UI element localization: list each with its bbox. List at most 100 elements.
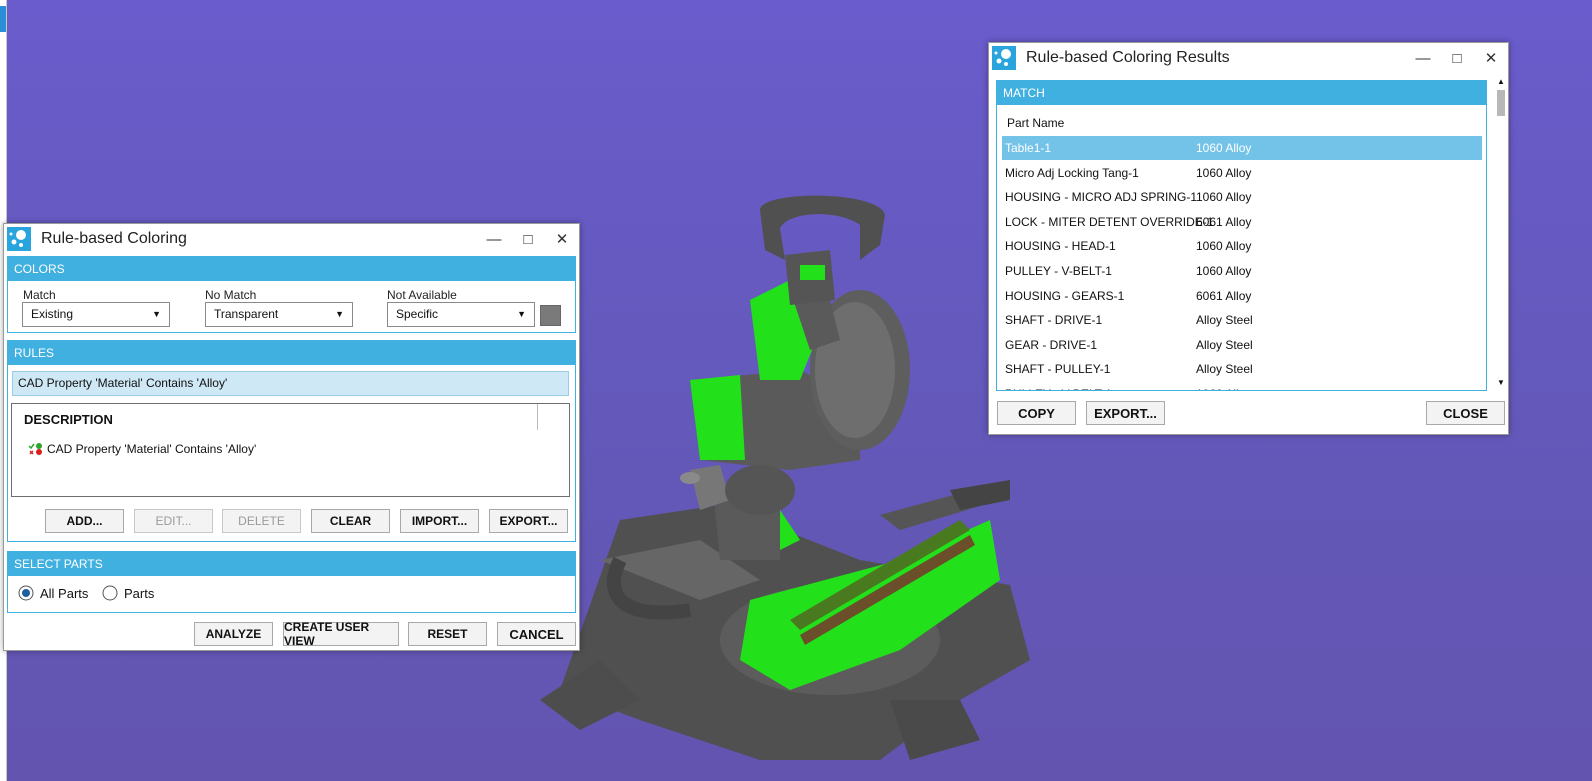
- results-dialog: Rule-based Coloring Results — □ ✕ MATCH …: [988, 42, 1509, 435]
- material-cell: Alloy Steel: [1196, 313, 1253, 328]
- table-row[interactable]: PULLEY - V-BELT-1 1060 Alloy: [1002, 259, 1482, 283]
- rules-description-list: DESCRIPTION CAD Property 'Material' Cont…: [11, 403, 570, 497]
- parts-radio[interactable]: Parts: [102, 585, 154, 601]
- material-cell: 6061 Alloy: [1196, 288, 1252, 303]
- material-cell: 1060 Alloy: [1196, 141, 1252, 155]
- delete-rule-button[interactable]: DELETE: [222, 509, 301, 533]
- maximize-icon[interactable]: □: [511, 224, 545, 254]
- radio-selected-icon: [18, 585, 34, 601]
- scrollbar-thumb[interactable]: [1497, 90, 1505, 116]
- reset-button[interactable]: RESET: [408, 622, 487, 646]
- select-parts-section: SELECT PARTS All Parts Parts: [7, 551, 576, 613]
- rules-section: RULES CAD Property 'Material' Contains '…: [7, 340, 576, 542]
- match-section: MATCH Part Name Table1-1 1060 Alloy Micro …: [996, 80, 1487, 391]
- minimize-icon[interactable]: —: [1406, 43, 1440, 73]
- table-row[interactable]: Table1-1 1060 Alloy: [1002, 136, 1482, 160]
- results-title: Rule-based Coloring Results: [1026, 49, 1230, 66]
- dropdown-arrow-icon: ▼: [335, 309, 344, 319]
- import-rules-button[interactable]: IMPORT...: [400, 509, 479, 533]
- material-cell: 1060 Alloy: [1196, 190, 1252, 205]
- no-match-label: No Match: [205, 288, 257, 302]
- table-row[interactable]: HOUSING - GEARS-1 6061 Alloy: [1002, 284, 1482, 308]
- colors-header: COLORS: [8, 257, 575, 281]
- results-titlebar[interactable]: Rule-based Coloring Results — □ ✕: [989, 43, 1508, 73]
- all-parts-label: All Parts: [40, 585, 89, 601]
- results-list[interactable]: Table1-1 1060 Alloy Micro Adj Locking Tang…: [1002, 136, 1482, 390]
- dropdown-arrow-icon: ▼: [517, 309, 526, 319]
- export-results-button[interactable]: EXPORT...: [1086, 401, 1165, 425]
- app-logo-icon: [992, 46, 1016, 70]
- copy-button[interactable]: COPY: [997, 401, 1076, 425]
- minimize-icon[interactable]: —: [477, 224, 511, 254]
- rule-based-coloring-dialog: Rule-based Coloring — □ ✕ COLORS Match E…: [3, 223, 580, 651]
- cancel-button[interactable]: CANCEL: [497, 622, 576, 646]
- not-available-combobox[interactable]: Specific ▼: [387, 302, 535, 327]
- column-divider: [537, 404, 538, 430]
- material-cell: 6061 Alloy: [1196, 214, 1252, 229]
- dialog-titlebar[interactable]: Rule-based Coloring — □ ✕: [4, 224, 579, 254]
- description-column-header: DESCRIPTION: [24, 412, 113, 427]
- match-header: MATCH: [997, 81, 1486, 105]
- table-row[interactable]: PULLEY - V-BELT-1 1060 Alloy: [1002, 382, 1482, 390]
- part-name-cell: PULLEY - V-BELT-1: [1005, 382, 1112, 390]
- color-swatch[interactable]: [540, 305, 561, 326]
- material-cell: Alloy Steel: [1196, 362, 1253, 377]
- app-logo-icon: [7, 227, 31, 251]
- part-name-cell: HOUSING - HEAD-1: [1005, 239, 1116, 254]
- edit-rule-button[interactable]: EDIT...: [134, 509, 213, 533]
- no-match-value: Transparent: [214, 307, 279, 321]
- part-name-cell: LOCK - MITER DETENT OVERRIDE-1: [1005, 214, 1214, 229]
- material-cell: 1060 Alloy: [1196, 165, 1252, 180]
- table-row[interactable]: SHAFT - PULLEY-1 Alloy Steel: [1002, 357, 1482, 381]
- material-cell: 1060 Alloy: [1196, 239, 1252, 254]
- table-row[interactable]: LOCK - MITER DETENT OVERRIDE-1 6061 Alloy: [1002, 210, 1482, 234]
- miter-saw-model: [540, 195, 1030, 760]
- table-row[interactable]: GEAR - DRIVE-1 Alloy Steel: [1002, 333, 1482, 357]
- rules-header: RULES: [8, 341, 575, 365]
- rule-list-item[interactable]: CAD Property 'Material' Contains 'Alloy': [28, 441, 256, 457]
- not-available-label: Not Available: [387, 288, 457, 302]
- material-cell: 1060 Alloy: [1196, 264, 1252, 278]
- material-cell: 1060 Alloy: [1196, 382, 1251, 390]
- scroll-down-icon[interactable]: ▼: [1497, 378, 1505, 387]
- rule-description-text: CAD Property 'Material' Contains 'Alloy': [47, 442, 257, 456]
- part-name-column-header: Part Name: [1007, 116, 1065, 130]
- dropdown-arrow-icon: ▼: [152, 309, 161, 319]
- part-name-cell: Table1-1: [1005, 141, 1052, 155]
- part-name-cell: HOUSING - MICRO ADJ SPRING-1: [1005, 190, 1198, 205]
- no-match-combobox[interactable]: Transparent ▼: [205, 302, 353, 327]
- analyze-button[interactable]: ANALYZE: [194, 622, 273, 646]
- part-name-cell: Micro Adj Locking Tang-1: [1005, 165, 1139, 180]
- clear-rules-button[interactable]: CLEAR: [311, 509, 390, 533]
- add-rule-button[interactable]: ADD...: [45, 509, 124, 533]
- part-name-cell: SHAFT - DRIVE-1: [1005, 313, 1103, 328]
- close-icon[interactable]: ✕: [1474, 43, 1508, 73]
- all-parts-radio[interactable]: All Parts: [18, 585, 88, 601]
- part-name-cell: GEAR - DRIVE-1: [1005, 337, 1098, 352]
- not-available-value: Specific: [396, 307, 439, 321]
- create-user-view-button[interactable]: CREATE USER VIEW: [283, 620, 399, 648]
- dialog-title: Rule-based Coloring: [41, 230, 187, 247]
- export-rules-button[interactable]: EXPORT...: [489, 509, 568, 533]
- match-value: Existing: [31, 307, 74, 321]
- rule-status-icon: [28, 443, 42, 455]
- rule-summary-row[interactable]: CAD Property 'Material' Contains 'Alloy': [12, 371, 569, 396]
- part-name-cell: HOUSING - GEARS-1: [1005, 288, 1125, 303]
- table-row[interactable]: SHAFT - DRIVE-1 Alloy Steel: [1002, 308, 1482, 332]
- table-row[interactable]: Micro Adj Locking Tang-1 1060 Alloy: [1002, 161, 1482, 185]
- results-scrollbar[interactable]: ▲ ▼: [1495, 75, 1507, 393]
- scroll-up-icon[interactable]: ▲: [1497, 77, 1505, 86]
- maximize-icon[interactable]: □: [1440, 43, 1474, 73]
- part-name-cell: PULLEY - V-BELT-1: [1005, 264, 1112, 278]
- radio-unselected-icon: [102, 585, 118, 601]
- close-button[interactable]: CLOSE: [1426, 401, 1505, 425]
- close-icon[interactable]: ✕: [545, 224, 579, 254]
- material-cell: Alloy Steel: [1196, 337, 1253, 352]
- table-row[interactable]: HOUSING - MICRO ADJ SPRING-1 1060 Alloy: [1002, 185, 1482, 209]
- parts-label: Parts: [124, 585, 155, 601]
- colors-section: COLORS Match Existing ▼ No Match Transpa…: [7, 256, 576, 333]
- select-parts-header: SELECT PARTS: [8, 552, 575, 576]
- match-label: Match: [23, 288, 56, 302]
- table-row[interactable]: HOUSING - HEAD-1 1060 Alloy: [1002, 234, 1482, 258]
- match-combobox[interactable]: Existing ▼: [22, 302, 170, 327]
